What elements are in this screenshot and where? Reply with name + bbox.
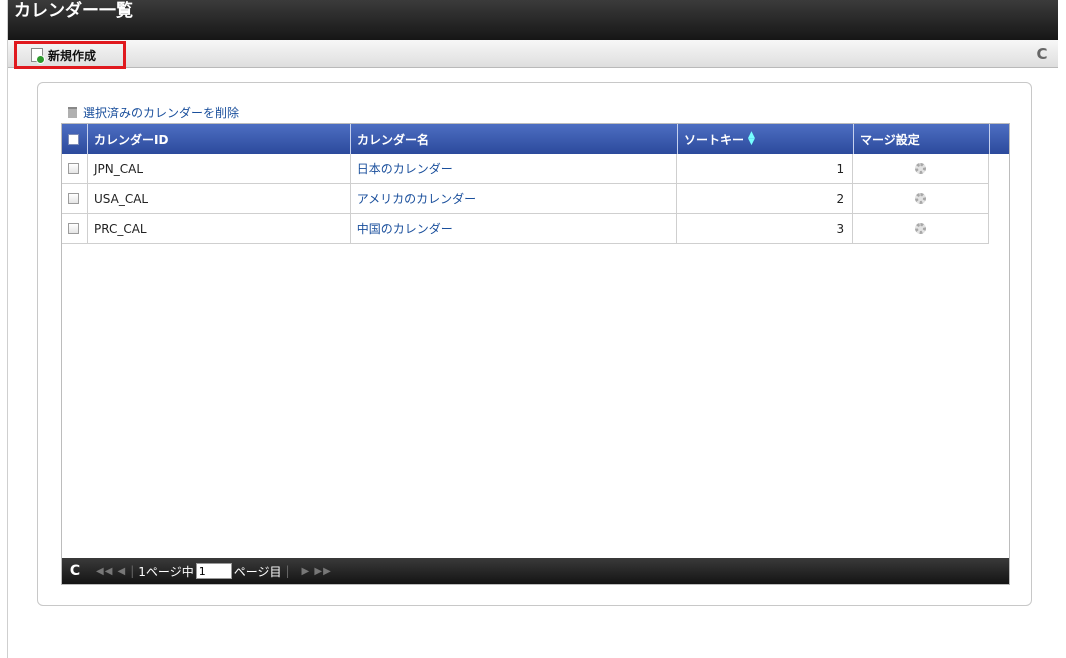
column-header-name[interactable]: カレンダー名 <box>351 124 678 154</box>
gear-icon[interactable] <box>915 163 927 174</box>
cell-merge <box>853 154 989 183</box>
first-prev-page-icon[interactable]: ◀◀ ◀ <box>96 566 126 577</box>
pager: C ◀◀ ◀ | 1ページ中 ページ目 | ▶ ▶▶ <box>62 558 1009 584</box>
next-last-page-icon[interactable]: ▶ ▶▶ <box>302 566 332 577</box>
page-count-label: 1ページ中 <box>138 564 194 579</box>
refresh-icon[interactable]: C <box>1032 44 1052 64</box>
pager-refresh-icon[interactable]: C <box>62 563 88 579</box>
cell-calendar-id: USA_CAL <box>88 184 351 213</box>
calendar-name-link[interactable]: 日本のカレンダー <box>357 160 453 177</box>
toolbar: 新規作成 C <box>8 40 1058 69</box>
row-checkbox[interactable] <box>68 223 79 234</box>
row-checkbox[interactable] <box>68 193 79 204</box>
delete-selected-link[interactable]: 選択済みのカレンダーを削除 <box>68 104 239 121</box>
cell-calendar-name: 日本のカレンダー <box>351 154 678 183</box>
sort-arrows-icon: ▲ ▼ <box>748 130 755 147</box>
gear-icon[interactable] <box>915 193 927 204</box>
cell-calendar-id: JPN_CAL <box>88 154 351 183</box>
column-header-id[interactable]: カレンダーID <box>88 124 351 154</box>
new-button[interactable]: 新規作成 <box>14 41 126 69</box>
calendar-panel: 選択済みのカレンダーを削除 カレンダーID カレンダー名 ソートキー ▲ ▼ マー… <box>37 82 1032 606</box>
row-checkbox-cell <box>62 184 88 213</box>
pager-divider: | <box>130 564 135 578</box>
calendar-name-link[interactable]: アメリカのカレンダー <box>357 190 476 207</box>
column-header-sort-label: ソートキー <box>684 132 745 147</box>
select-all-checkbox[interactable] <box>68 133 79 145</box>
trash-icon <box>68 107 77 118</box>
calendar-grid: カレンダーID カレンダー名 ソートキー ▲ ▼ マージ設定 JPN_CAL 日本… <box>61 123 1010 585</box>
table-row[interactable]: JPN_CAL 日本のカレンダー 1 <box>62 154 989 184</box>
row-checkbox[interactable] <box>68 163 79 174</box>
row-checkbox-cell <box>62 214 88 243</box>
cell-sort-key: 3 <box>677 214 854 243</box>
cell-calendar-name: 中国のカレンダー <box>351 214 678 243</box>
pager-divider: | <box>285 564 290 578</box>
cell-merge <box>853 214 989 243</box>
window-title: カレンダー一覧 <box>8 0 1058 40</box>
new-button-label: 新規作成 <box>48 48 97 63</box>
delete-selected-label: 選択済みのカレンダーを削除 <box>83 106 240 120</box>
new-document-icon <box>31 48 45 64</box>
left-edge <box>0 0 8 658</box>
row-checkbox-cell <box>62 154 88 183</box>
page-input[interactable] <box>195 563 232 579</box>
gear-icon[interactable] <box>915 223 927 234</box>
cell-sort-key: 2 <box>677 184 854 213</box>
table-row[interactable]: PRC_CAL 中国のカレンダー 3 <box>62 214 989 244</box>
calendar-name-link[interactable]: 中国のカレンダー <box>357 220 453 237</box>
grid-header: カレンダーID カレンダー名 ソートキー ▲ ▼ マージ設定 <box>62 124 1009 154</box>
column-header-sort[interactable]: ソートキー ▲ ▼ <box>678 124 854 154</box>
cell-merge <box>853 184 989 213</box>
column-header-merge[interactable]: マージ設定 <box>854 124 990 154</box>
cell-calendar-id: PRC_CAL <box>88 214 351 243</box>
cell-sort-key: 1 <box>677 154 854 183</box>
header-spacer <box>990 124 1009 154</box>
page-suffix-label: ページ目 <box>233 564 282 579</box>
table-row[interactable]: USA_CAL アメリカのカレンダー 2 <box>62 184 989 214</box>
header-select-all[interactable] <box>62 124 88 154</box>
cell-calendar-name: アメリカのカレンダー <box>351 184 678 213</box>
